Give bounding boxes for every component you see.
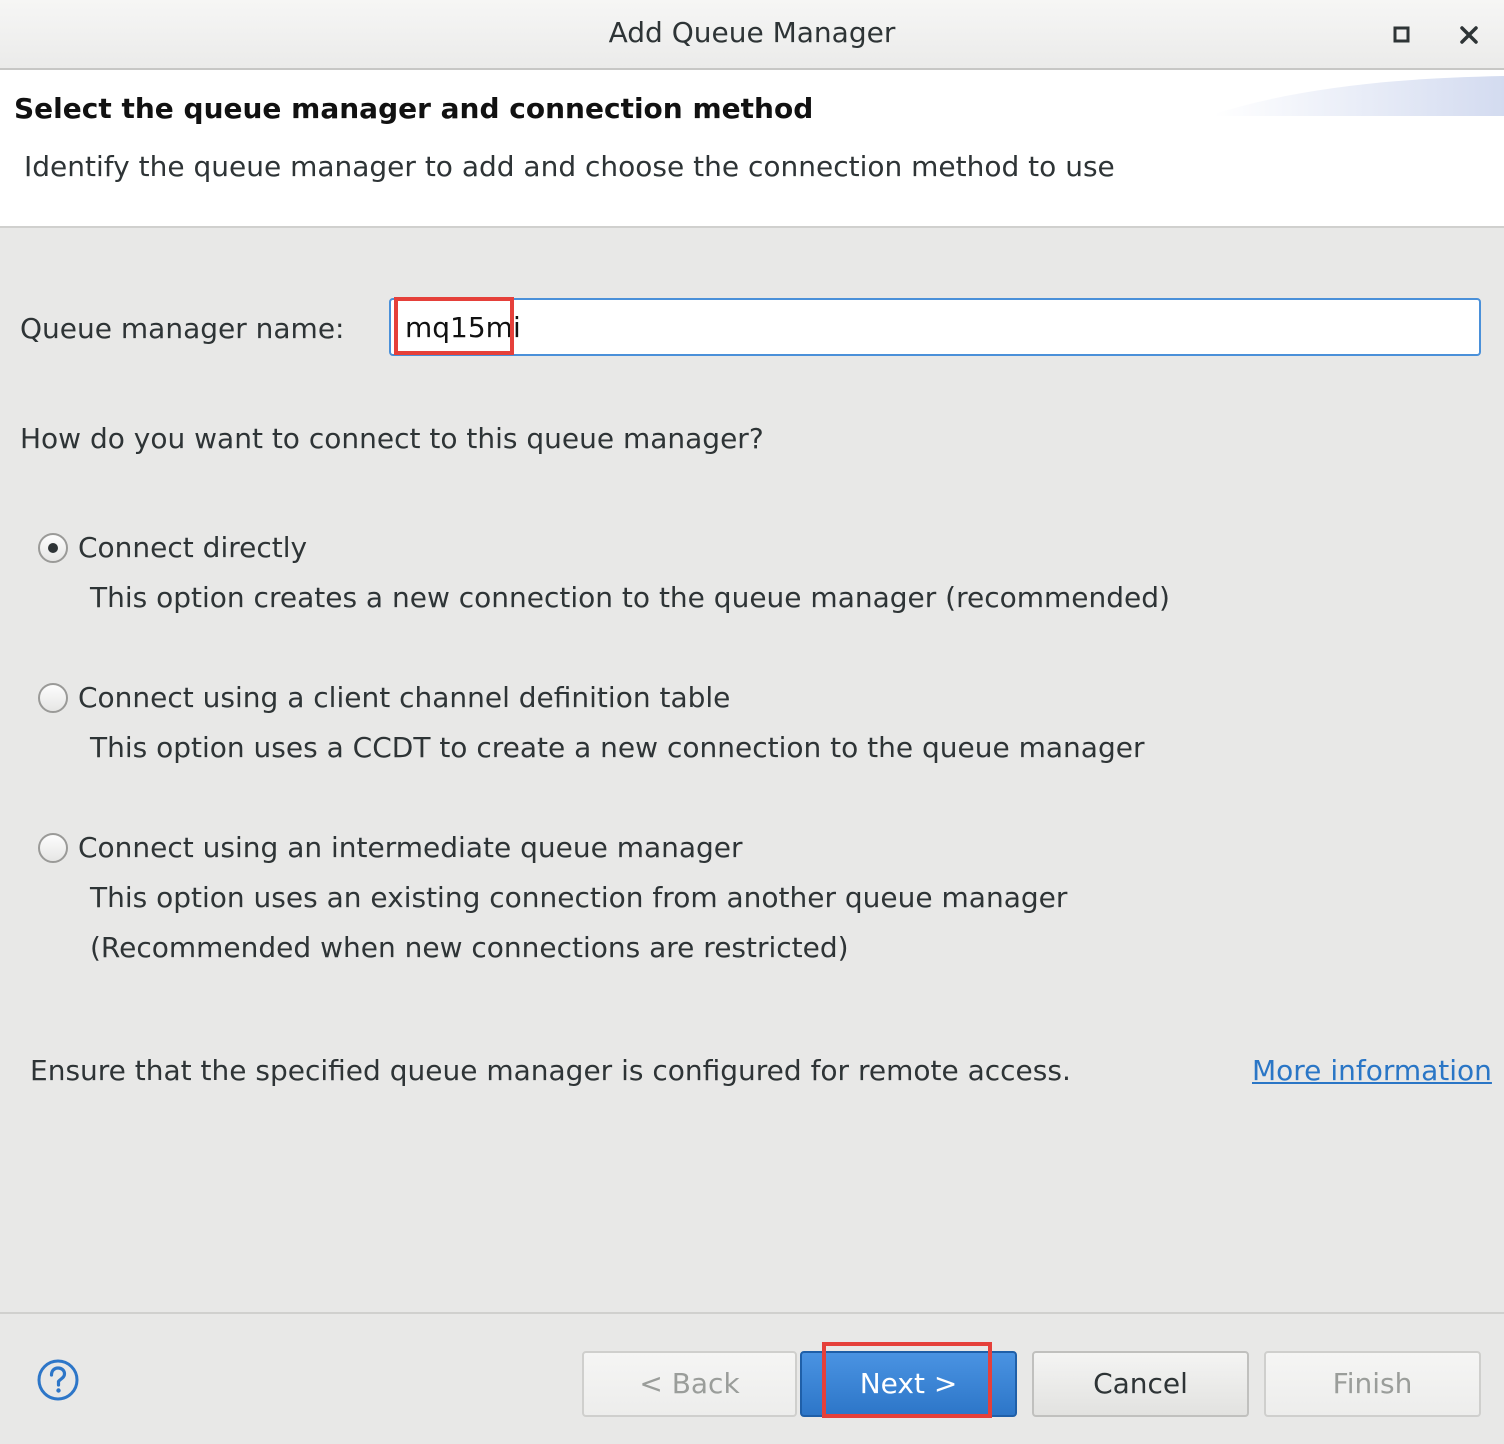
finish-button[interactable]: Finish — [1264, 1351, 1481, 1417]
connection-question: How do you want to connect to this queue… — [20, 422, 764, 455]
radio-connect-directly[interactable] — [38, 533, 68, 563]
cancel-button[interactable]: Cancel — [1032, 1351, 1249, 1417]
option-desc-connect-ccdt: This option uses a CCDT to create a new … — [90, 731, 1145, 764]
queue-manager-name-label: Queue manager name: — [20, 312, 345, 345]
more-information-link[interactable]: More information — [1252, 1054, 1492, 1087]
option-label-connect-ccdt[interactable]: Connect using a client channel definitio… — [78, 681, 730, 714]
window-title: Add Queue Manager — [608, 16, 896, 49]
back-button[interactable]: < Back — [582, 1351, 797, 1417]
option-label-connect-directly[interactable]: Connect directly — [78, 531, 307, 564]
option-desc-connect-directly: This option creates a new connection to … — [90, 581, 1170, 614]
close-icon[interactable] — [1452, 18, 1486, 52]
footer-divider — [0, 1312, 1504, 1314]
option-desc-connect-intermediate-note: (Recommended when new connections are re… — [90, 931, 849, 964]
title-bar: Add Queue Manager — [0, 0, 1504, 70]
help-icon[interactable] — [36, 1358, 80, 1402]
page-title: Select the queue manager and connection … — [14, 92, 814, 125]
next-button[interactable]: Next > — [800, 1351, 1017, 1417]
wizard-header: Select the queue manager and connection … — [0, 70, 1504, 228]
remote-access-note: Ensure that the specified queue manager … — [30, 1054, 1071, 1087]
page-description: Identify the queue manager to add and ch… — [24, 150, 1115, 183]
radio-connect-intermediate[interactable] — [38, 833, 68, 863]
option-desc-connect-intermediate: This option uses an existing connection … — [90, 881, 1068, 914]
maximize-icon[interactable] — [1385, 18, 1419, 52]
header-banner-graphic — [1214, 76, 1504, 116]
radio-connect-ccdt[interactable] — [38, 683, 68, 713]
queue-manager-name-input[interactable] — [389, 298, 1481, 356]
option-label-connect-intermediate[interactable]: Connect using an intermediate queue mana… — [78, 831, 743, 864]
